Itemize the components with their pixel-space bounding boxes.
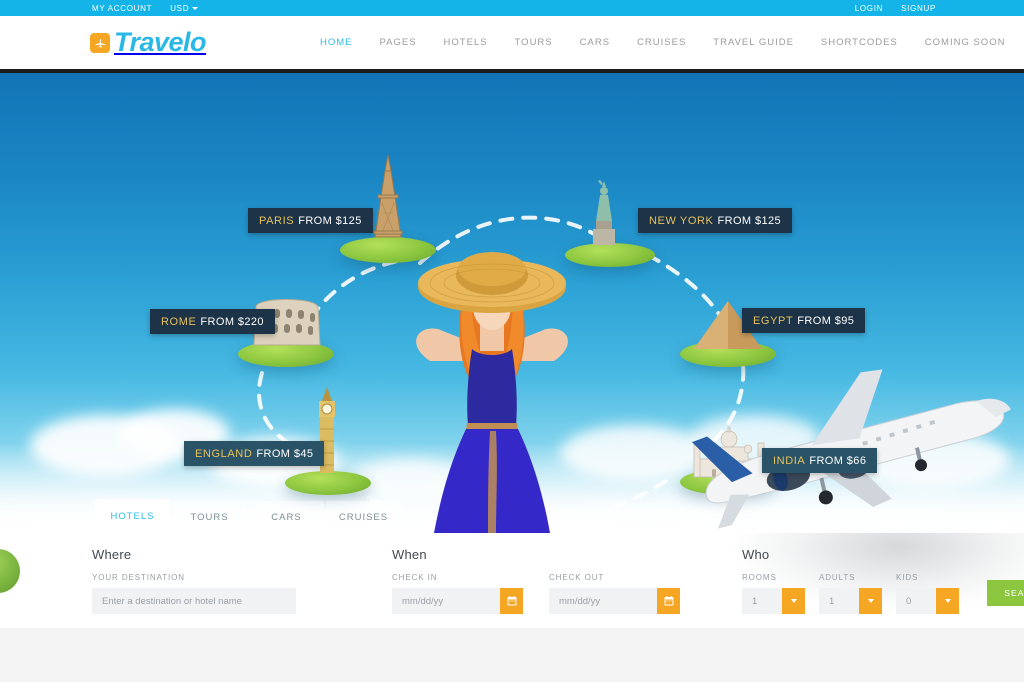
where-group-title: Where (92, 547, 296, 562)
login-link[interactable]: LOGIN (855, 4, 883, 13)
destination-city: ENGLAND (195, 448, 252, 460)
where-group: Where YOUR DESTINATION (92, 547, 296, 614)
rooms-label: ROOMS (742, 573, 805, 582)
checkin-field (392, 588, 523, 614)
when-group: When CHECK IN CHECK OUT (392, 547, 680, 614)
currency-selector[interactable]: USD (170, 4, 198, 13)
adults-dropdown-arrow[interactable] (859, 588, 882, 614)
search-input[interactable] (92, 588, 296, 614)
airplane-icon (90, 33, 110, 53)
tab-hotels[interactable]: HOTELS (95, 499, 170, 533)
kids-input[interactable] (896, 588, 936, 614)
checkin-input[interactable] (392, 588, 500, 614)
nav-item-home[interactable]: HOME (320, 37, 353, 48)
checkout-field (549, 588, 680, 614)
destination-city: INDIA (773, 455, 805, 467)
destination-city: ROME (161, 316, 196, 328)
adults-input[interactable] (819, 588, 859, 614)
big-ben-landmark (307, 385, 347, 481)
destination-price: FROM $125 (298, 215, 362, 227)
destination-tag-england[interactable]: ENGLAND FROM $45 (184, 441, 324, 466)
search-type-tabs: HOTELS TOURS CARS CRUISES (95, 499, 403, 533)
adults-label: ADULTS (819, 573, 882, 582)
search-form-panel: Where YOUR DESTINATION When CHECK IN CHE… (0, 533, 1024, 628)
nav-item-tours[interactable]: TOURS (515, 37, 553, 48)
checkout-label: CHECK OUT (549, 573, 680, 582)
destination-price: FROM $95 (797, 315, 854, 327)
who-group: Who ROOMS ADULTS KIDS (742, 547, 1024, 614)
nav-item-coming-soon[interactable]: COMING SOON (925, 37, 1006, 48)
destination-city: NEW YORK (649, 215, 714, 227)
traveler-photo (372, 233, 612, 533)
checkout-input[interactable] (549, 588, 657, 614)
nav-item-travel-guide[interactable]: TRAVEL GUIDE (713, 37, 794, 48)
destination-price: FROM $45 (256, 448, 313, 460)
site-logo[interactable]: Travelo (90, 29, 206, 56)
destination-price: FROM $66 (809, 455, 866, 467)
search-now-label: SEARCH NOW (987, 580, 1024, 606)
destination-tag-new-york[interactable]: NEW YORK FROM $125 (638, 208, 792, 233)
chevron-down-icon (192, 7, 198, 10)
kids-field: KIDS (896, 547, 959, 614)
tab-cruises[interactable]: CRUISES (326, 501, 401, 533)
destination-city: PARIS (259, 215, 294, 227)
when-group-title: When (392, 547, 523, 562)
nav-item-pages[interactable]: PAGES (380, 37, 417, 48)
main-navigation: HOME PAGES HOTELS TOURS CARS CRUISES TRA… (320, 37, 1005, 48)
currency-label: USD (170, 4, 189, 13)
airplane-illustration (664, 351, 1024, 533)
rooms-dropdown-arrow[interactable] (782, 588, 805, 614)
signup-link[interactable]: SIGNUP (901, 4, 936, 13)
nav-item-cruises[interactable]: CRUISES (637, 37, 686, 48)
footer-strip (0, 628, 1024, 682)
kids-dropdown-arrow[interactable] (936, 588, 959, 614)
top-utility-bar: MY ACCOUNT USD LOGIN SIGNUP (0, 0, 1024, 16)
destination-tag-india[interactable]: INDIA FROM $66 (762, 448, 877, 473)
destination-tag-paris[interactable]: PARIS FROM $125 (248, 208, 373, 233)
rooms-input[interactable] (742, 588, 782, 614)
tab-tours[interactable]: TOURS (172, 501, 247, 533)
logo-wordmark: Travelo (114, 29, 206, 56)
destination-tag-rome[interactable]: ROME FROM $220 (150, 309, 275, 334)
hero-banner: PARIS FROM $125 NEW YORK FROM $125 ROME … (0, 73, 1024, 533)
checkin-label: CHECK IN (392, 573, 523, 582)
topbar-right-links: LOGIN SIGNUP (855, 4, 936, 13)
adults-field: ADULTS (819, 547, 882, 614)
rooms-field: Who ROOMS (742, 547, 805, 614)
who-group-title: Who (742, 547, 805, 562)
nav-item-hotels[interactable]: HOTELS (444, 37, 488, 48)
destination-city: EGYPT (753, 315, 793, 327)
tab-cars[interactable]: CARS (249, 501, 324, 533)
calendar-icon-checkout[interactable] (657, 588, 680, 614)
decorative-green-circle (0, 549, 20, 593)
kids-label: KIDS (896, 573, 959, 582)
destination-price: FROM $220 (200, 316, 264, 328)
site-header: Travelo HOME PAGES HOTELS TOURS CARS CRU… (0, 16, 1024, 69)
destination-tag-egypt[interactable]: EGYPT FROM $95 (742, 308, 865, 333)
topbar-left-links: MY ACCOUNT USD (92, 4, 198, 13)
destination-label: YOUR DESTINATION (92, 573, 296, 582)
search-now-button[interactable]: SEARCH NOW ✓ (987, 580, 1024, 606)
nav-item-cars[interactable]: CARS (580, 37, 610, 48)
destination-price: FROM $125 (718, 215, 782, 227)
search-fields: Where YOUR DESTINATION When CHECK IN CHE… (92, 547, 1024, 614)
nav-item-shortcodes[interactable]: SHORTCODES (821, 37, 898, 48)
calendar-icon-checkin[interactable] (500, 588, 523, 614)
my-account-link[interactable]: MY ACCOUNT (92, 4, 152, 13)
